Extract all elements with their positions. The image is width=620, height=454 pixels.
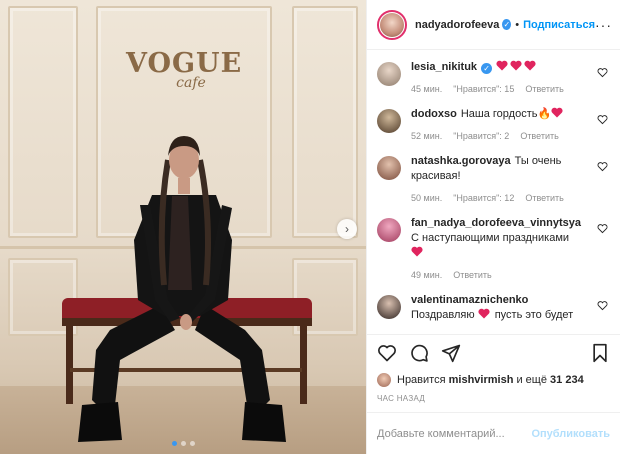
red-heart-emoji-icon xyxy=(411,246,423,257)
red-heart-emoji-icon xyxy=(496,60,508,71)
comment-time[interactable]: 50 мин. xyxy=(411,191,442,206)
carousel-dots xyxy=(0,441,366,446)
like-comment-heart-icon[interactable] xyxy=(597,114,608,125)
publish-button[interactable]: Опубликовать xyxy=(531,428,610,440)
commenter-avatar[interactable] xyxy=(377,62,401,86)
reply-button[interactable]: Ответить xyxy=(525,191,563,206)
woman-on-bench-figure xyxy=(62,136,312,442)
verified-badge-icon: ✓ xyxy=(502,19,512,30)
instagram-post: VOGUE cafe › nadyadorofeeva ✓ • Подписат… xyxy=(0,0,620,454)
author-avatar[interactable] xyxy=(377,9,407,40)
carousel-dot xyxy=(171,441,177,446)
likes-prefix: Нравится xyxy=(397,374,446,386)
separator-dot: • xyxy=(515,18,520,31)
post-header: nadyadorofeeva ✓ • Подписаться ··· xyxy=(367,0,620,50)
comment-username[interactable]: lesia_nikituk xyxy=(411,61,477,73)
comment-item: fan_nadya_dorofeeva_vinnytsya С наступаю… xyxy=(377,216,610,283)
comment-username[interactable]: natashka.gorovaya xyxy=(411,155,511,167)
author-username[interactable]: nadyadorofeeva xyxy=(415,19,499,31)
liker-username[interactable]: mishvirmish xyxy=(449,374,514,386)
comment-input[interactable] xyxy=(377,427,532,440)
like-comment-heart-icon[interactable] xyxy=(597,223,608,234)
heart-outline-icon[interactable] xyxy=(377,343,397,363)
verified-badge-icon: ✓ xyxy=(481,63,493,74)
commenter-avatar[interactable] xyxy=(377,109,401,133)
red-heart-emoji-icon xyxy=(478,308,490,319)
reply-button[interactable]: Ответить xyxy=(520,129,558,144)
red-heart-emoji-icon xyxy=(551,107,563,118)
comment-likes[interactable]: "Нравится": 15 xyxy=(453,82,514,97)
comment-username[interactable]: fan_nadya_dorofeeva_vinnytsya xyxy=(411,217,581,229)
like-comment-heart-icon[interactable] xyxy=(597,300,608,311)
comment-time[interactable]: 49 мин. xyxy=(411,268,442,283)
red-heart-emoji-icon xyxy=(510,60,522,71)
carousel-dot xyxy=(180,441,186,446)
likes-middle: и ещё xyxy=(516,374,547,386)
post-actions-bar xyxy=(367,334,620,370)
comment-meta: 49 мин. Ответить xyxy=(411,268,591,283)
comment-username[interactable]: dodoxso xyxy=(411,108,457,120)
comment-item: dodoxso Наша гордость🔥 52 мин. "Нравится"… xyxy=(377,107,610,144)
more-options-icon[interactable]: ··· xyxy=(595,17,612,33)
share-icon[interactable] xyxy=(441,343,461,363)
comment-item: lesia_nikituk ✓ 45 мин. "Нравится": 15 От… xyxy=(377,60,610,97)
post-time[interactable]: ЧАС НАЗАД xyxy=(367,390,620,412)
comment-text: Наша гордость🔥 xyxy=(460,108,552,120)
comment-time[interactable]: 45 мин. xyxy=(411,82,442,97)
comment-time[interactable]: 52 мин. xyxy=(411,129,442,144)
comments-list[interactable]: lesia_nikituk ✓ 45 мин. "Нравится": 15 От… xyxy=(367,50,620,334)
like-comment-heart-icon[interactable] xyxy=(597,67,608,78)
commenter-avatar[interactable] xyxy=(377,295,401,319)
reply-button[interactable]: Ответить xyxy=(453,268,491,283)
comment-username[interactable]: valentinamaznichenko xyxy=(411,294,528,306)
comment-item: valentinamaznichenko Поздравляю пусть эт… xyxy=(377,293,610,323)
likes-count[interactable]: 31 234 xyxy=(550,374,584,386)
chevron-right-icon: › xyxy=(345,222,349,236)
like-comment-heart-icon[interactable] xyxy=(597,161,608,172)
post-sidebar: nadyadorofeeva ✓ • Подписаться ··· lesia… xyxy=(366,0,620,454)
red-heart-emoji-icon xyxy=(524,60,536,71)
add-comment-bar: Опубликовать xyxy=(367,412,620,454)
comment-meta: 45 мин. "Нравится": 15 Ответить xyxy=(411,82,591,97)
comment-text-continued: пусть это будет xyxy=(494,309,574,321)
comment-likes[interactable]: "Нравится": 2 xyxy=(453,129,509,144)
reply-button[interactable]: Ответить xyxy=(525,82,563,97)
comment-icon[interactable] xyxy=(409,343,429,363)
comment-text: С наступающими праздниками xyxy=(411,232,570,244)
comment-meta: 52 мин. "Нравится": 2 Ответить xyxy=(411,129,591,144)
likes-summary: Нравится mishvirmish и ещё 31 234 xyxy=(367,370,620,390)
comment-item: natashka.gorovaya Ты очень красивая! 50 м… xyxy=(377,154,610,206)
post-photo[interactable]: VOGUE cafe › xyxy=(0,0,366,454)
liker-avatar[interactable] xyxy=(377,373,391,387)
carousel-dot xyxy=(189,441,195,446)
commenter-avatar[interactable] xyxy=(377,156,401,180)
comment-meta: 50 мин. "Нравится": 12 Ответить xyxy=(411,191,591,206)
comment-text: Поздравляю xyxy=(411,309,475,321)
follow-button[interactable]: Подписаться xyxy=(523,19,595,31)
next-photo-button[interactable]: › xyxy=(337,219,357,239)
bookmark-icon[interactable] xyxy=(590,343,610,363)
comment-likes[interactable]: "Нравится": 12 xyxy=(453,191,514,206)
commenter-avatar[interactable] xyxy=(377,218,401,242)
